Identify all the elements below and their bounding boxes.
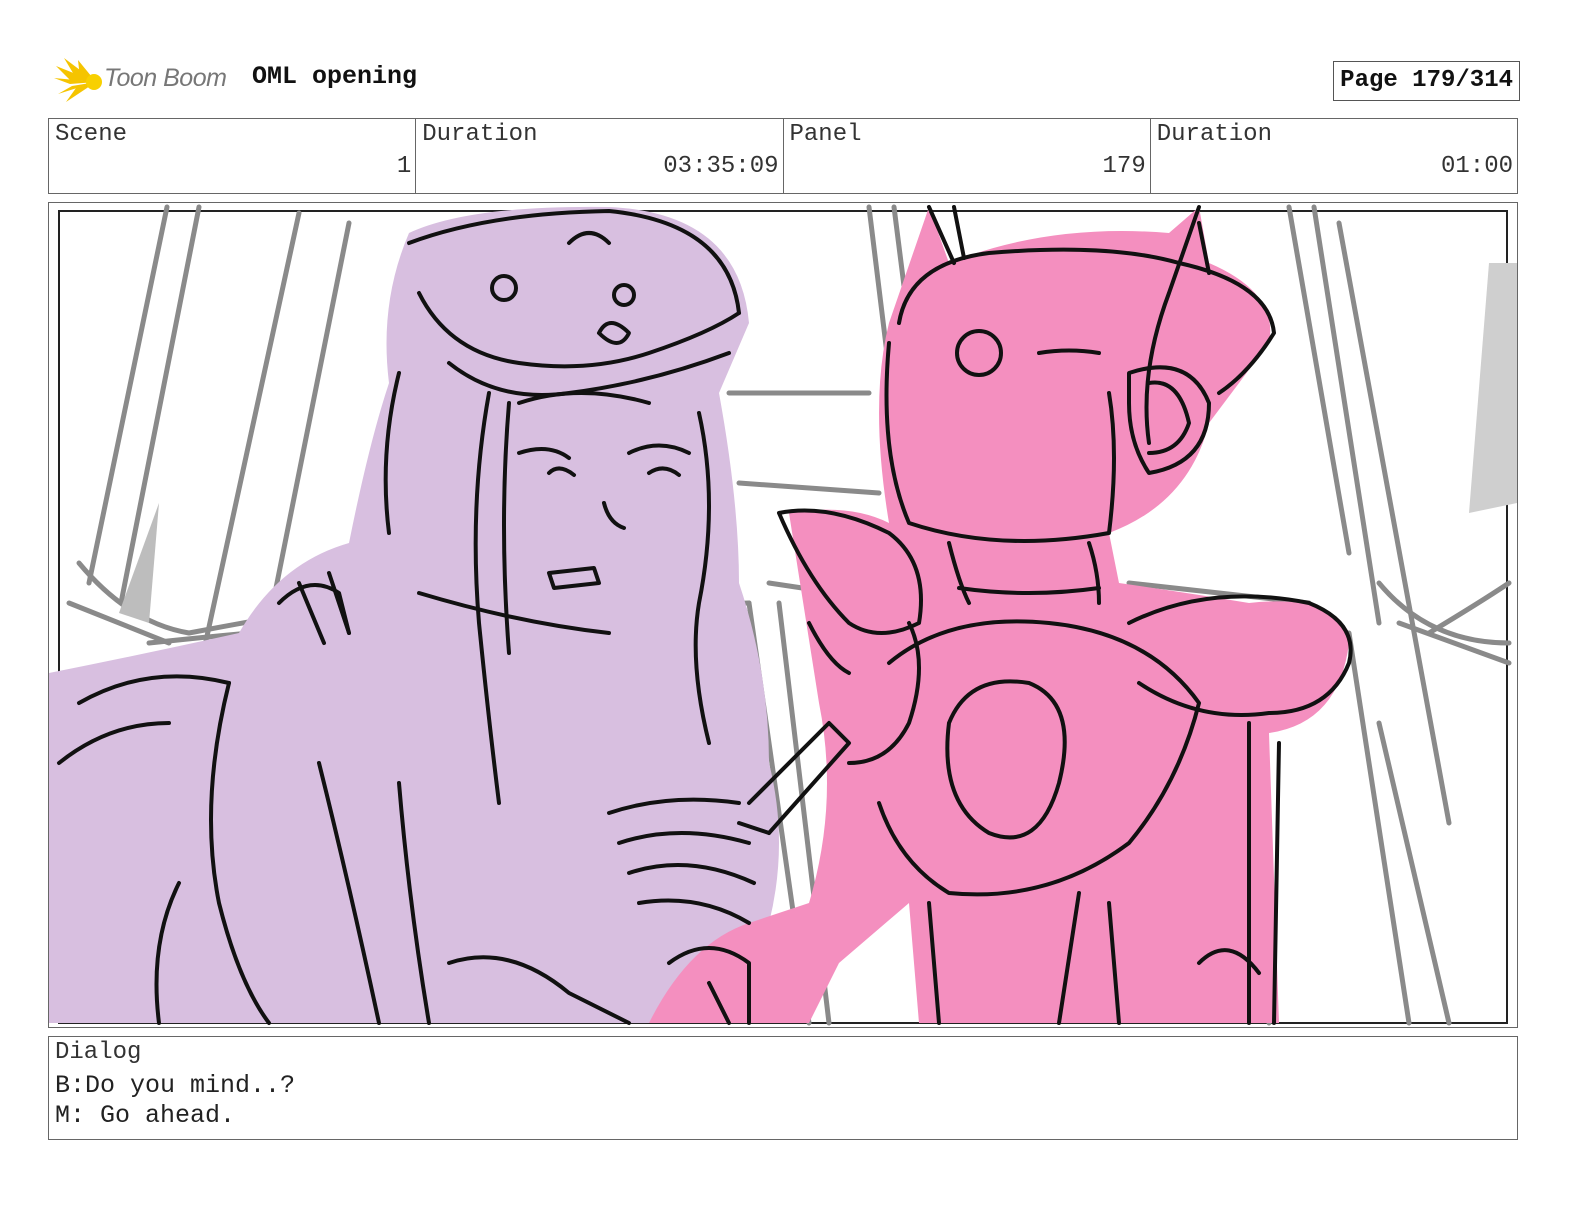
dialog-line: M: Go ahead. [55,1101,236,1130]
scene-label: Scene [55,121,128,148]
logo-text: Toon Boom [104,64,227,92]
panel-duration-value: 01:00 [1440,153,1513,180]
panel-cell: Panel 179 [784,119,1151,193]
scene-duration-cell: Duration 03:35:09 [416,119,784,193]
starburst-icon [54,58,102,102]
scene-value: 1 [396,153,412,180]
page-indicator: Page 179/314 [1333,61,1520,101]
panel-duration-cell: Duration 01:00 [1151,119,1517,193]
storyboard-frame [48,202,1518,1028]
background-shade [1469,263,1517,513]
scene-duration-label: Duration [422,121,538,148]
scene-cell: Scene 1 [49,119,417,193]
toon-boom-logo: Toon Boom [52,56,242,106]
header: Toon Boom OML opening Page 179/314 [52,56,1520,106]
document-title: OML opening [252,62,418,91]
scene-duration-value: 03:35:09 [663,153,779,180]
dialog-label: Dialog [55,1039,142,1066]
panel-duration-label: Duration [1156,121,1272,148]
dialog-box: Dialog B:Do you mind..? M: Go ahead. [48,1036,1518,1140]
storyboard-sketch [49,204,1517,1026]
panel-value: 179 [1102,153,1146,180]
panel-info-row: Scene 1 Duration 03:35:09 Panel 179 Dura… [48,118,1518,194]
panel-label: Panel [789,121,862,148]
dialog-line: B:Do you mind..? [55,1071,296,1100]
